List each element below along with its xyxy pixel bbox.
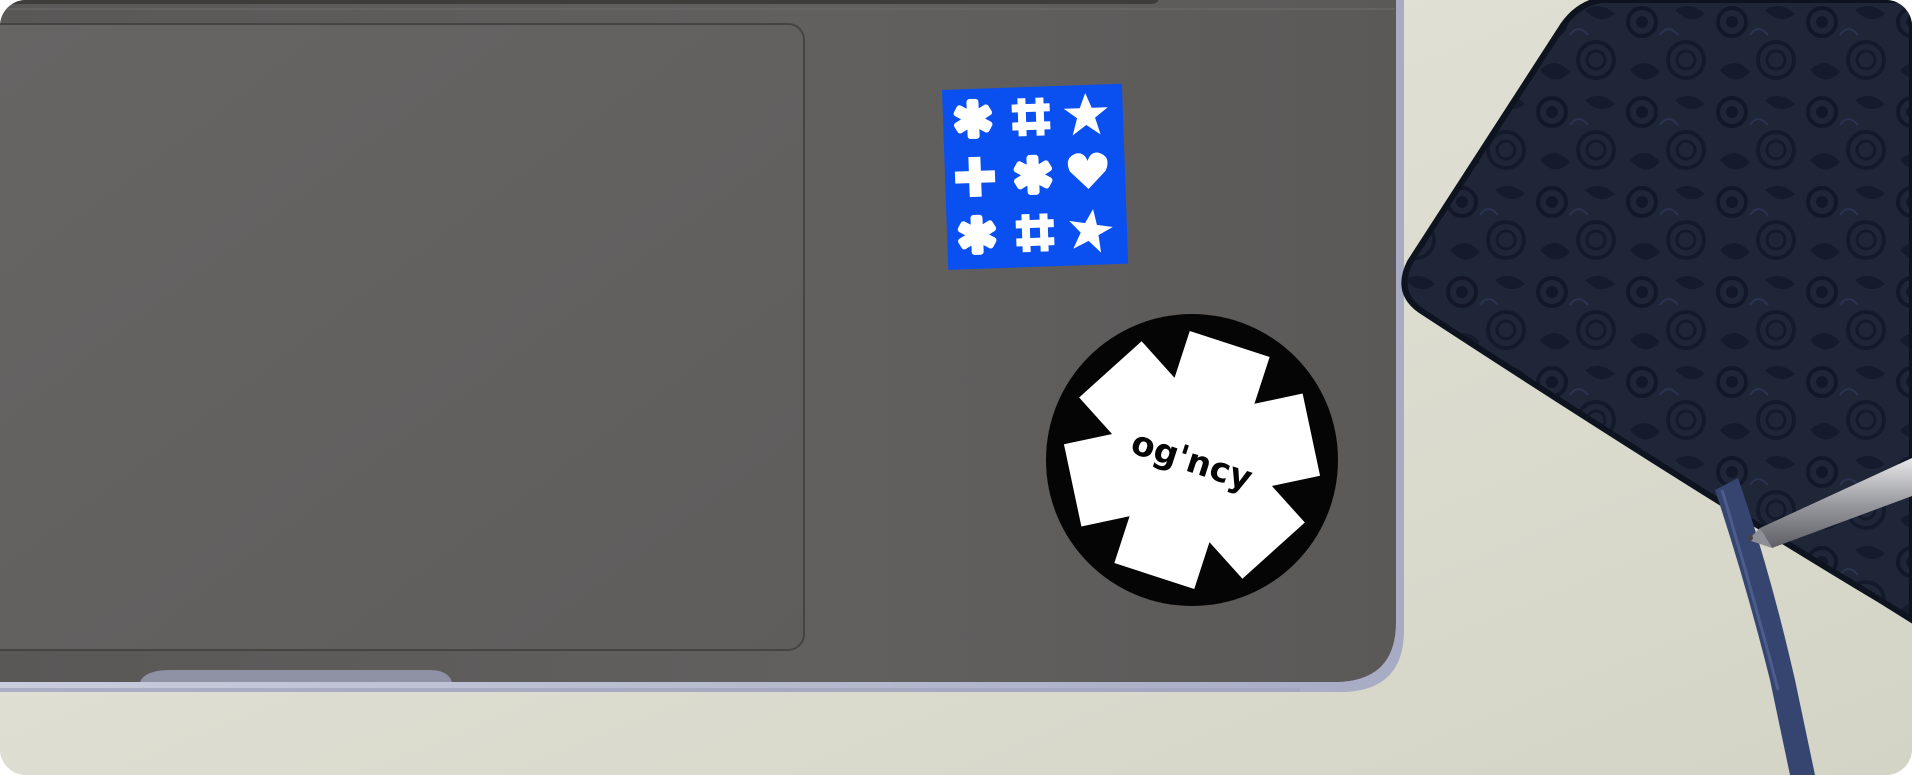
trackpad: [0, 23, 805, 651]
laptop-hinge: [0, 0, 1158, 4]
laptop-front-notch: [140, 670, 452, 682]
scene-illustration: og'ncy: [0, 0, 1912, 775]
pattern-sticker: [942, 83, 1129, 270]
photo-frame: og'ncy: [0, 0, 1912, 775]
